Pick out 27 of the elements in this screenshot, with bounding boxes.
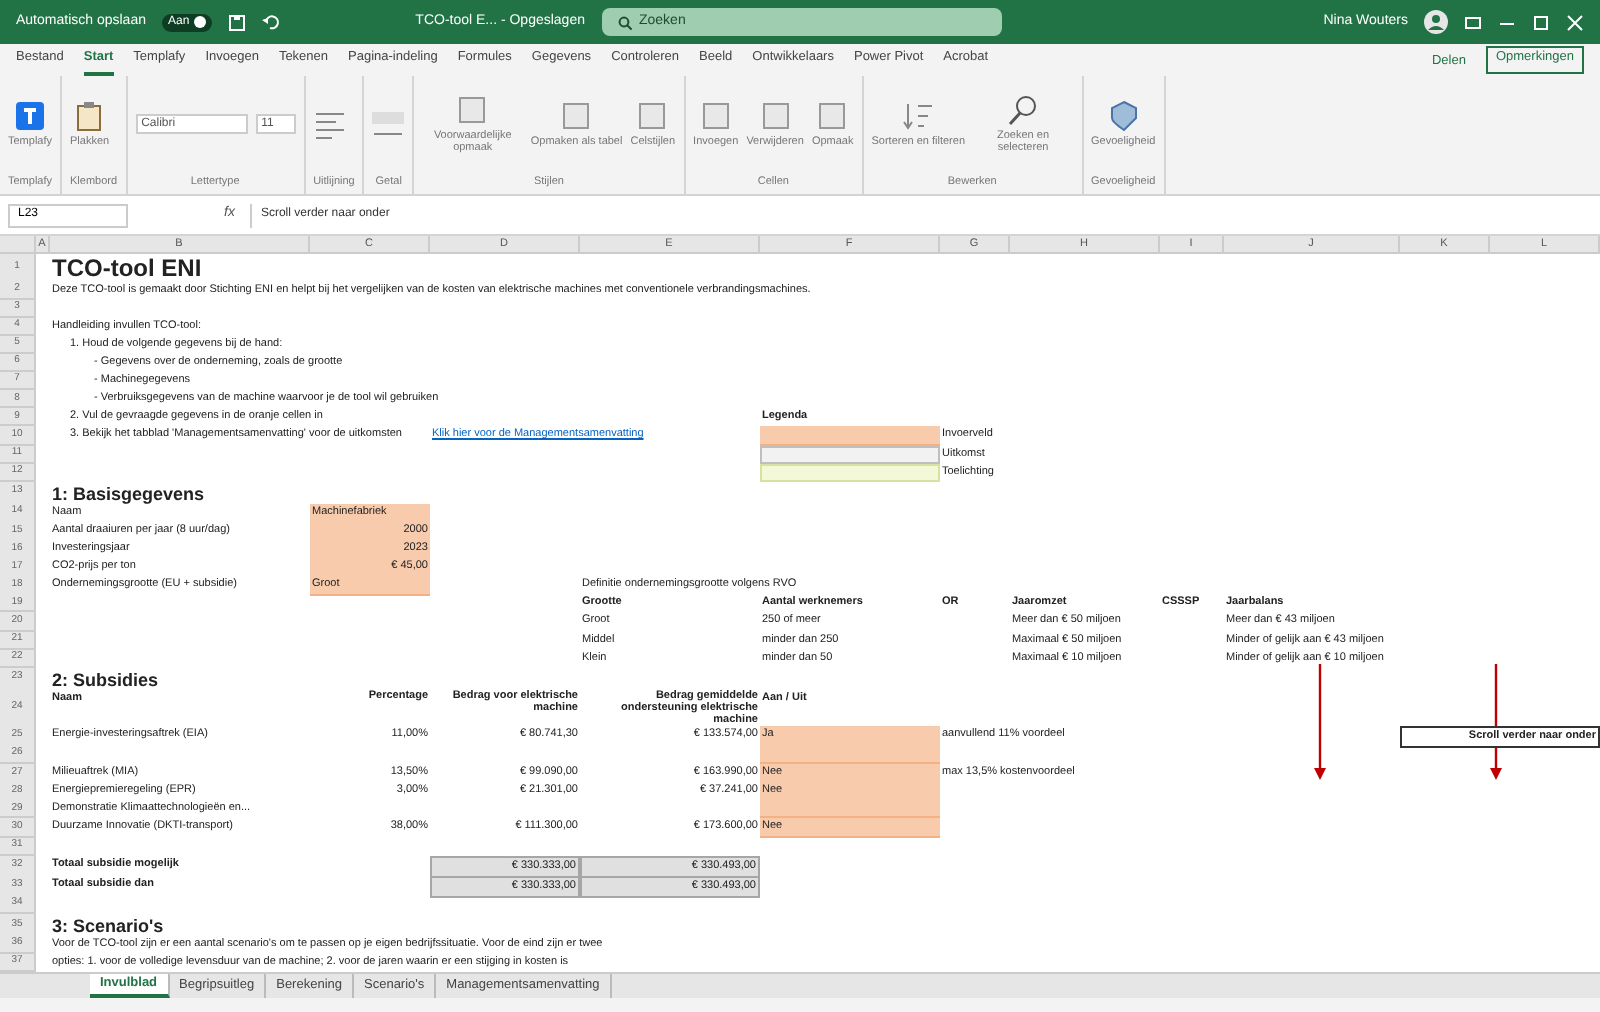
cell-style-icon	[816, 100, 849, 133]
maximize-icon	[1532, 13, 1550, 31]
ribbon-options-icon	[1464, 13, 1482, 31]
cell-style-icon	[699, 100, 732, 133]
sort-icon	[902, 100, 935, 133]
input-cell[interactable]	[760, 426, 940, 446]
sheet-title: TCO-tool ENI	[50, 254, 204, 284]
section-heading: 2: Subsidies	[50, 667, 161, 692]
cell-style-icon	[759, 100, 792, 133]
undo-icon	[261, 13, 280, 31]
search-icon	[1007, 94, 1040, 127]
app-logo-icon	[14, 100, 46, 133]
clipboard-icon	[73, 100, 106, 133]
section-heading: 1: Basisgegevens	[50, 481, 207, 506]
cell-style-icon	[456, 94, 489, 127]
avatar-icon	[1424, 10, 1448, 34]
close-icon	[1566, 13, 1584, 31]
input-cell[interactable]	[760, 800, 940, 819]
section-heading: 3: Scenario's	[50, 913, 166, 938]
search-icon	[617, 15, 631, 29]
shield-icon	[1107, 100, 1140, 133]
align-icon[interactable]	[313, 108, 346, 141]
number-format-icon[interactable]	[372, 108, 405, 141]
down-arrow	[1310, 664, 1330, 784]
cell-style-icon	[636, 100, 669, 133]
save-icon	[227, 13, 246, 31]
cell-style-icon	[560, 100, 593, 133]
